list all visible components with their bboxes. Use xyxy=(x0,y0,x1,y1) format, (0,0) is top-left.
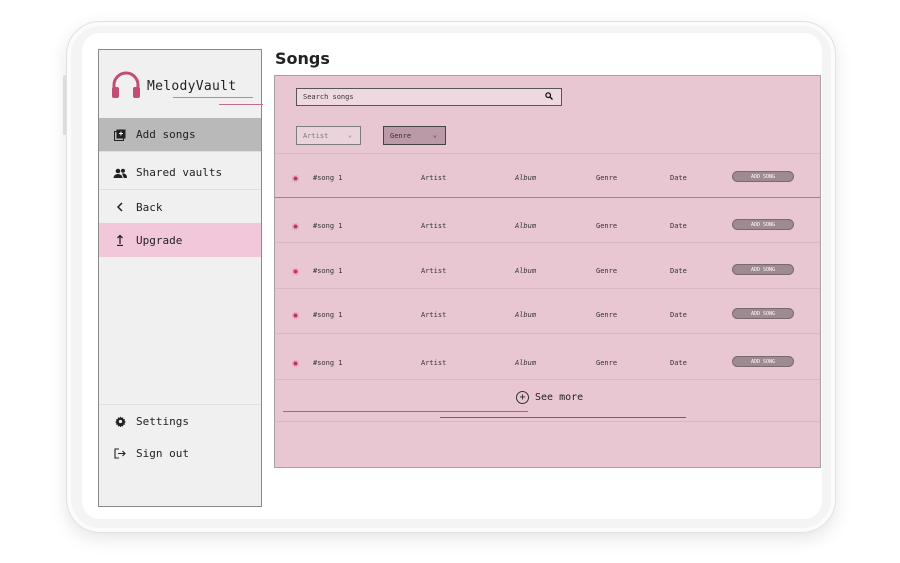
song-date: Date xyxy=(670,359,687,367)
row-divider xyxy=(275,333,820,334)
artist-filter-select[interactable]: Artist ⌄ xyxy=(296,126,361,145)
sidebar-item-back[interactable]: Back xyxy=(99,190,261,224)
search-placeholder: Search songs xyxy=(303,93,354,101)
song-album: Album xyxy=(515,267,537,275)
chevron-down-icon: ⌄ xyxy=(347,131,352,139)
song-artist: Artist xyxy=(421,267,447,275)
song-date: Date xyxy=(670,222,687,230)
song-title: #song 1 xyxy=(313,267,343,275)
song-date: Date xyxy=(670,174,687,182)
see-more-button[interactable]: + See more xyxy=(516,391,583,404)
sign-out-icon xyxy=(112,447,128,459)
sidebar-item-label: Back xyxy=(136,200,163,214)
sidebar-item-label: Shared vaults xyxy=(136,166,223,179)
song-date: Date xyxy=(670,311,687,319)
song-dot-icon xyxy=(292,223,299,230)
sidebar-item-label: Upgrade xyxy=(136,233,183,247)
brand-name: MelodyVault xyxy=(147,79,237,94)
sidebar-item-label: Add songs xyxy=(136,128,196,141)
sidebar-item-shared-vaults[interactable]: Shared vaults xyxy=(99,156,261,190)
upload-arrow-icon xyxy=(112,234,128,246)
table-row[interactable]: #song 1 Artist Album Genre Date ADD SONG xyxy=(275,263,820,283)
song-title: #song 1 xyxy=(313,359,343,367)
row-divider xyxy=(275,288,820,289)
sidebar-item-upgrade[interactable]: Upgrade xyxy=(99,223,261,257)
sidebar-item-add-songs[interactable]: Add songs xyxy=(99,118,261,152)
song-date: Date xyxy=(670,267,687,275)
sidebar-item-sign-out[interactable]: Sign out xyxy=(99,436,261,470)
row-divider xyxy=(275,379,820,380)
song-artist: Artist xyxy=(421,311,447,319)
add-library-icon xyxy=(112,129,128,141)
song-artist: Artist xyxy=(421,359,447,367)
chevron-left-icon xyxy=(112,202,128,212)
see-more-label: See more xyxy=(535,392,584,403)
row-divider xyxy=(275,197,820,198)
brand-underline xyxy=(173,97,253,98)
song-dot-icon xyxy=(292,268,299,275)
song-dot-icon xyxy=(292,175,299,182)
headphones-icon xyxy=(112,71,140,98)
song-genre: Genre xyxy=(596,267,618,275)
song-album: Album xyxy=(515,174,537,182)
add-song-button[interactable]: ADD SONG xyxy=(732,264,794,275)
song-genre: Genre xyxy=(596,222,618,230)
row-divider xyxy=(275,153,820,154)
plus-circle-icon: + xyxy=(516,391,529,404)
row-divider xyxy=(275,421,820,422)
genre-filter-select[interactable]: Genre ⌄ xyxy=(383,126,446,145)
add-song-button[interactable]: ADD SONG xyxy=(732,308,794,319)
add-song-button[interactable]: ADD SONG xyxy=(732,356,794,367)
song-genre: Genre xyxy=(596,174,618,182)
row-divider xyxy=(275,242,820,243)
table-row[interactable]: #song 1 Artist Album Genre Date ADD SONG xyxy=(275,170,820,190)
brand-accent-line xyxy=(219,104,263,105)
table-row[interactable]: #song 1 Artist Album Genre Date ADD SONG xyxy=(275,307,820,327)
table-row[interactable]: #song 1 Artist Album Genre Date ADD SONG xyxy=(275,218,820,238)
table-row[interactable]: #song 1 Artist Album Genre Date ADD SONG xyxy=(275,355,820,375)
song-title: #song 1 xyxy=(313,174,343,182)
search-icon[interactable] xyxy=(545,92,553,103)
song-genre: Genre xyxy=(596,359,618,367)
song-title: #song 1 xyxy=(313,311,343,319)
gear-icon xyxy=(112,416,128,427)
song-album: Album xyxy=(515,222,537,230)
add-song-button[interactable]: ADD SONG xyxy=(732,171,794,182)
scroll-track-line xyxy=(440,417,686,418)
song-dot-icon xyxy=(292,312,299,319)
page-title: Songs xyxy=(275,49,330,68)
sidebar: MelodyVault Add songs Shared vaults Back… xyxy=(98,49,263,507)
scroll-progress-line xyxy=(283,411,528,412)
song-album: Album xyxy=(515,359,537,367)
song-dot-icon xyxy=(292,360,299,367)
song-genre: Genre xyxy=(596,311,618,319)
search-input[interactable]: Search songs xyxy=(296,88,562,106)
song-artist: Artist xyxy=(421,222,447,230)
add-song-button[interactable]: ADD SONG xyxy=(732,219,794,230)
sidebar-item-label: Sign out xyxy=(136,446,189,460)
sidebar-item-settings[interactable]: Settings xyxy=(99,404,261,438)
chevron-down-icon: ⌄ xyxy=(432,131,437,139)
song-artist: Artist xyxy=(421,174,447,182)
genre-filter-label: Genre xyxy=(390,131,412,140)
people-icon xyxy=(112,168,128,178)
song-album: Album xyxy=(515,311,537,319)
artist-filter-label: Artist xyxy=(303,131,329,140)
song-title: #song 1 xyxy=(313,222,343,230)
sidebar-item-label: Settings xyxy=(136,415,189,428)
